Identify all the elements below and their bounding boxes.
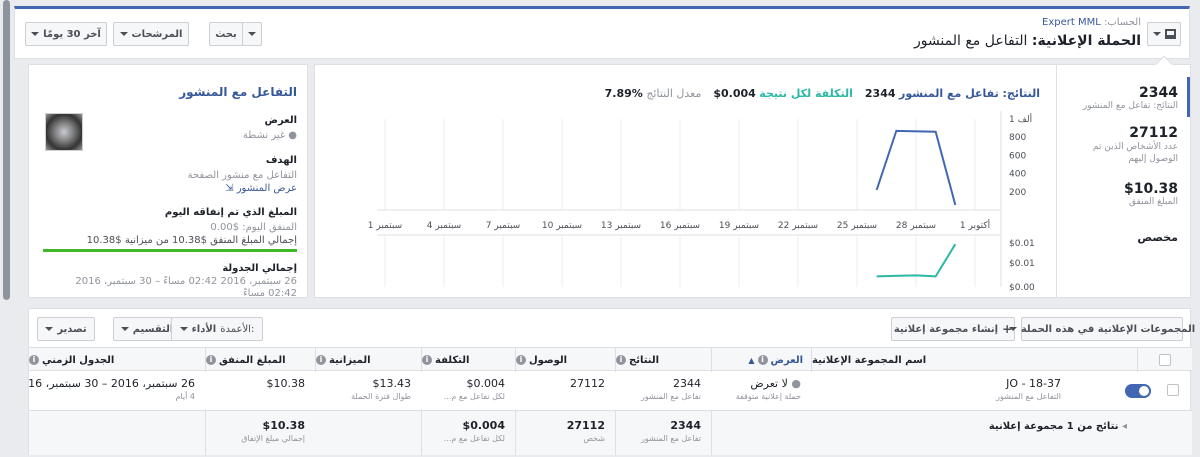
campaign-header: آخر 30 يومًا المرشحات بحث الحساب: Expert… <box>14 6 1190 59</box>
col-schedule[interactable]: الجدول الزمني i <box>29 348 205 372</box>
account-line: الحساب: Expert MML <box>1042 17 1141 28</box>
create-adset-button[interactable]: إنشاء مجموعة إعلانية + <box>891 317 1015 341</box>
x-tick-label: سبتمبر 7 <box>486 221 520 231</box>
export-button[interactable]: تصدير <box>37 317 95 341</box>
account-link[interactable]: Expert MML <box>1042 17 1101 28</box>
adset-name-link[interactable]: JO - 18-37 <box>811 377 1061 390</box>
chevron-down-icon <box>1008 327 1017 331</box>
page-scrollbar[interactable] <box>3 0 10 300</box>
chevron-down-icon <box>31 32 40 36</box>
filters-dropdown[interactable]: المرشحات <box>113 22 189 46</box>
row-checkbox[interactable] <box>1167 384 1179 396</box>
status-dot-icon: ● <box>791 377 801 390</box>
chevron-down-icon <box>179 327 188 331</box>
col-select-all <box>1137 348 1192 372</box>
x-tick-label: سبتمبر 19 <box>719 221 759 231</box>
x-tick-label: سبتمبر 10 <box>542 221 582 231</box>
toggle-knob <box>1139 386 1149 396</box>
y-tick-label: $0.00 <box>1009 283 1035 293</box>
performance-chart-panel: 2344 النتائج: تفاعل مع المنشور 27112 عدد… <box>314 55 1191 298</box>
info-icon: i <box>206 355 216 365</box>
col-cost[interactable]: التكلفة i <box>421 348 515 372</box>
x-tick-label: سبتمبر 22 <box>778 221 818 231</box>
table-row[interactable]: 26 سبتمبر، 2016 – 30 سبتمبر، 20164 أيام … <box>29 371 1192 411</box>
adsets-panel: تصدير التقسيم الأداء الأعمدة: إنشاء مجموع… <box>28 308 1195 455</box>
info-icon: i <box>29 355 39 365</box>
x-tick-label: سبتمبر 25 <box>837 221 877 231</box>
x-tick-label: سبتمبر 4 <box>427 221 461 231</box>
view-post-link[interactable]: عرض المنشور ⇲ <box>225 183 297 194</box>
campaign-details-panel: التفاعل مع المنشور العرض ● غير نشطة الهد… <box>28 64 308 299</box>
page-title: الحملة الإعلانية: التفاعل مع المنشور <box>913 33 1141 49</box>
x-tick-label: سبتمبر 16 <box>660 221 700 231</box>
columns-dropdown[interactable]: الأداء الأعمدة: <box>171 317 263 341</box>
col-results[interactable]: النتائج i <box>615 348 711 372</box>
chevron-right-icon: ◂ <box>1121 421 1127 432</box>
info-icon: i <box>316 355 326 365</box>
performance-chart: 1 ألف 800 600 400 200 سبتمبر 1 سبتمبر 4 سبتمبر … <box>368 111 1035 293</box>
campaign-icon <box>1164 29 1176 39</box>
info-icon: i <box>516 355 526 365</box>
search-options-dropdown[interactable] <box>242 22 262 46</box>
external-link-icon: ⇲ <box>225 183 234 194</box>
select-all-checkbox[interactable] <box>1159 354 1171 366</box>
info-icon: i <box>757 355 768 365</box>
y-tick-label: 400 <box>1009 170 1026 180</box>
info-icon: i <box>616 355 626 365</box>
totals-label[interactable]: ◂ نتائج من 1 مجموعة إعلانية <box>811 421 1137 432</box>
x-tick-label: سبتمبر 13 <box>601 221 641 231</box>
totals-row: $10.38 إجمالي مبلغ الإنفاق $0.004 لكل تفاع… <box>29 411 1192 455</box>
x-tick-label: سبتمبر 1 <box>368 221 402 231</box>
campaign-menu-button[interactable] <box>1147 22 1181 46</box>
date-range-dropdown[interactable]: آخر 30 يومًا <box>25 22 107 46</box>
col-reach[interactable]: الوصول i <box>515 348 615 372</box>
search-button[interactable]: بحث <box>209 22 243 46</box>
y-tick-label: 1 ألف <box>1009 113 1032 125</box>
details-title: التفاعل مع المنشور <box>179 85 297 99</box>
chevron-down-icon <box>1152 32 1161 36</box>
col-budget[interactable]: الميزانية i <box>315 348 421 372</box>
chevron-down-icon <box>248 32 256 36</box>
delivery-status: ● غير نشطة <box>242 130 297 141</box>
adset-toggle[interactable] <box>1125 384 1151 398</box>
y-tick-label: $0.01 <box>1009 239 1035 249</box>
info-icon: i <box>422 355 432 365</box>
x-tick-label: أكتوبر 1 <box>960 219 990 231</box>
table-header: الجدول الزمني i المبلغ المنفق i الميزانية i… <box>29 347 1192 372</box>
y-tick-label: 200 <box>1009 188 1026 198</box>
delivery-status: ● لا تعرض <box>750 377 801 390</box>
y-tick-label: 800 <box>1009 133 1026 143</box>
chevron-down-icon <box>120 327 129 331</box>
adsets-scope-dropdown[interactable]: المجموعات الإعلانية في هذه الحملة <box>1008 317 1195 341</box>
post-thumbnail[interactable] <box>45 113 83 151</box>
chevron-down-icon <box>119 32 128 36</box>
col-delivery[interactable]: العرض i ▲ <box>711 348 811 372</box>
y-tick-label: $0.01 <box>1009 259 1035 269</box>
x-tick-label: سبتمبر 28 <box>896 221 936 231</box>
spend-progress-track <box>43 249 297 252</box>
col-name[interactable]: اسم المجموعة الإعلانية <box>811 348 1137 372</box>
col-spent[interactable]: المبلغ المنفق i <box>205 348 315 372</box>
chevron-down-icon <box>45 327 54 331</box>
spend-progress-fill <box>43 249 297 252</box>
y-tick-label: 600 <box>1009 151 1026 161</box>
sort-asc-icon: ▲ <box>748 355 755 365</box>
